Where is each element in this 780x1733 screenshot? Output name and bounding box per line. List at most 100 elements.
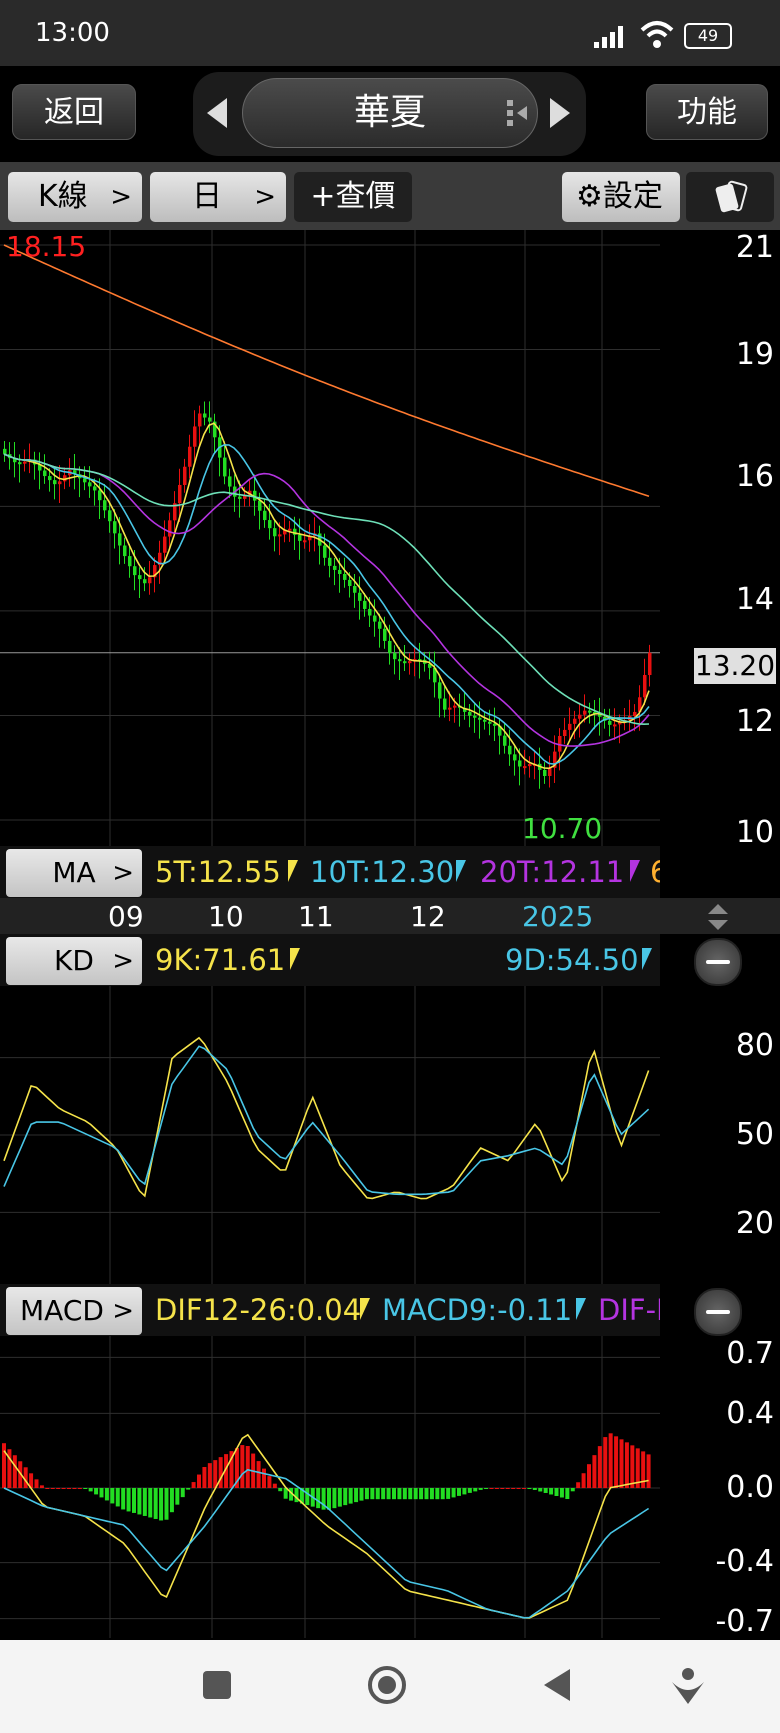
- candle-body: [108, 510, 112, 522]
- candle-body: [203, 413, 207, 418]
- assistant-icon[interactable]: [670, 1664, 706, 1706]
- gear-icon: ⚙: [576, 179, 603, 214]
- macd9-value: MACD9:-0.11: [382, 1293, 573, 1327]
- next-stock-icon[interactable]: [546, 96, 572, 130]
- macd-button[interactable]: MACD >: [6, 1287, 142, 1335]
- candle-body: [43, 470, 47, 477]
- candle-body: [578, 714, 582, 719]
- back-button[interactable]: 返回: [12, 84, 136, 140]
- kd-chart[interactable]: [0, 986, 660, 1284]
- candle-body: [178, 484, 182, 504]
- macd-histogram-bar: [624, 1442, 629, 1488]
- macd-histogram-bar: [110, 1488, 115, 1504]
- macd-histogram-bar: [137, 1488, 142, 1515]
- chevron-right-icon: >: [254, 182, 276, 212]
- candle-body: [378, 621, 382, 629]
- candle-body: [93, 486, 97, 491]
- candle-body: [98, 490, 102, 501]
- macd-histogram-bar: [191, 1482, 196, 1488]
- function-button[interactable]: 功能: [646, 84, 768, 140]
- macd-histogram-bar: [337, 1488, 342, 1507]
- candle-body: [83, 478, 87, 483]
- macd-histogram-bar: [61, 1488, 66, 1489]
- macd-histogram-bar: [88, 1488, 93, 1492]
- candle-body: [353, 585, 357, 593]
- settings-button[interactable]: ⚙設定: [562, 172, 680, 222]
- dif-marker-icon: [360, 1298, 370, 1320]
- list-icon: [507, 100, 527, 126]
- candle-body: [368, 608, 372, 616]
- price-chart[interactable]: [0, 230, 660, 846]
- macd-histogram-bar: [489, 1488, 494, 1489]
- macd-histogram-bar: [72, 1488, 77, 1489]
- candle-body: [103, 500, 107, 511]
- rotate-screen-button[interactable]: [686, 172, 774, 222]
- ma-button[interactable]: MA >: [6, 849, 142, 897]
- macd-histogram-bar: [175, 1488, 180, 1505]
- macd-chart[interactable]: [0, 1336, 660, 1638]
- candle-body: [393, 653, 397, 660]
- candle-body: [438, 682, 442, 699]
- status-bar: 13:00 49: [0, 0, 780, 66]
- kline-button[interactable]: K線 >: [8, 172, 142, 222]
- macd9-marker-icon: [576, 1298, 586, 1320]
- candle-body: [333, 565, 337, 570]
- macd-histogram-bar: [570, 1488, 575, 1492]
- macd-histogram-bar: [12, 1455, 17, 1488]
- ma10-marker-icon: [456, 860, 466, 882]
- candle-body: [338, 569, 342, 574]
- macd-histogram-bar: [446, 1488, 451, 1499]
- candle-body: [163, 536, 167, 553]
- candle-body: [198, 413, 202, 427]
- macd-histogram-bar: [554, 1488, 559, 1496]
- x-tick-11: 11: [298, 900, 334, 933]
- macd-histogram-bar: [256, 1461, 261, 1488]
- home-icon[interactable]: [366, 1664, 408, 1706]
- resize-handle-icon[interactable]: [706, 902, 730, 932]
- candle-body: [323, 545, 327, 558]
- candle-body: [138, 575, 142, 580]
- macd-y-tick: 0.4: [726, 1396, 774, 1431]
- candle-body: [513, 754, 517, 761]
- macd-histogram-bar: [511, 1488, 516, 1489]
- macd-histogram-bar: [402, 1488, 407, 1500]
- prev-stock-icon[interactable]: [205, 96, 231, 130]
- candle-body: [568, 723, 572, 730]
- candle-body: [23, 461, 27, 464]
- back-nav-icon[interactable]: [540, 1666, 574, 1704]
- candle-body: [398, 659, 402, 662]
- quote-button[interactable]: +查價: [294, 172, 412, 222]
- macd-histogram-bar: [451, 1488, 456, 1498]
- kd-button[interactable]: KD >: [6, 937, 142, 985]
- candle-body: [448, 707, 452, 710]
- collapse-kd-button[interactable]: [694, 938, 742, 986]
- macd-histogram-bar: [424, 1488, 429, 1500]
- macd-histogram-bar: [413, 1488, 418, 1500]
- candle-body: [188, 446, 192, 467]
- chevron-right-icon: >: [112, 1296, 134, 1326]
- macd-y-tick: -0.7: [715, 1604, 774, 1639]
- price-y-tick: 19: [735, 337, 774, 372]
- macd-histogram-bar: [34, 1479, 39, 1488]
- candle-body: [208, 417, 212, 422]
- candle-body: [328, 557, 332, 566]
- macd-histogram-bar: [56, 1488, 61, 1489]
- candle-body: [193, 426, 197, 447]
- macd-histogram-bar: [370, 1488, 375, 1500]
- collapse-macd-button[interactable]: [694, 1288, 742, 1336]
- candle-body: [543, 769, 547, 776]
- kd-y-tick: 20: [735, 1206, 774, 1241]
- stock-name[interactable]: 華夏: [242, 78, 538, 148]
- ma10-value: 10T:12.30: [310, 855, 455, 889]
- macd-button-label: MACD: [20, 1294, 104, 1327]
- ma20-value: 20T:12.11: [480, 855, 625, 889]
- macd-histogram-bar: [565, 1488, 570, 1500]
- macd-histogram-bar: [169, 1488, 174, 1513]
- macd-histogram-bar: [581, 1473, 586, 1488]
- d-line: [3, 1045, 650, 1196]
- macd-histogram-bar: [164, 1488, 169, 1520]
- recent-apps-icon[interactable]: [200, 1668, 234, 1702]
- period-button[interactable]: 日 >: [150, 172, 286, 222]
- candle-body: [273, 528, 277, 537]
- kd-button-label: KD: [54, 944, 94, 977]
